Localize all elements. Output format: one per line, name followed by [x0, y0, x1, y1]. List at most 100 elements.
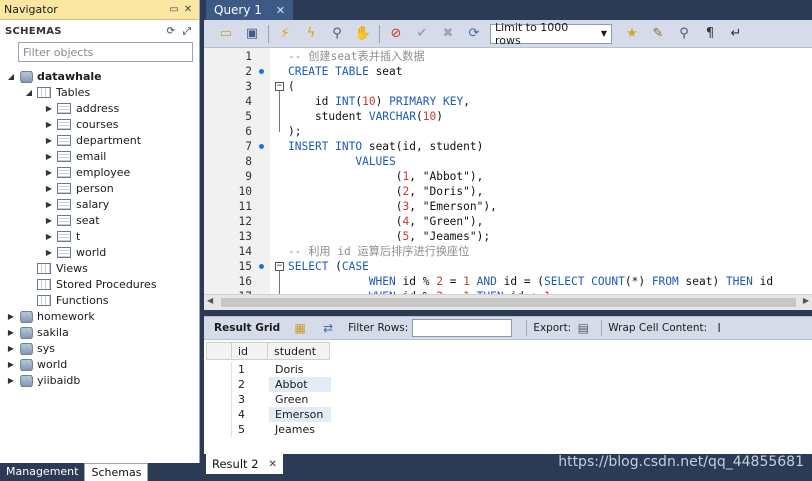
limit-rows-select[interactable]: Limit to 1000 rows ▼	[490, 21, 612, 47]
tree-db-item[interactable]: ▶ world	[0, 356, 199, 372]
chevron-right-icon[interactable]: ▶	[44, 215, 54, 225]
tab-query-1[interactable]: Query 1 ✕	[206, 0, 294, 20]
tree-folder-functions[interactable]: Functions	[0, 292, 199, 308]
tree-table-item[interactable]: ▶ employee	[0, 164, 199, 180]
save-icon[interactable]: ▣	[242, 24, 262, 44]
chevron-right-icon[interactable]: ▶	[6, 327, 16, 337]
explain-icon[interactable]: ⚲	[327, 24, 347, 44]
column-header-id[interactable]: id	[232, 342, 268, 360]
export-icon[interactable]: ▤	[575, 320, 591, 336]
find-icon[interactable]: ⚲	[674, 24, 694, 44]
chevron-right-icon[interactable]: ▶	[44, 167, 54, 177]
table-row[interactable]: 1 Doris	[206, 362, 331, 377]
tree-folder-views[interactable]: Views	[0, 260, 199, 276]
tab-schemas[interactable]: Schemas	[84, 463, 149, 481]
tree-db-item[interactable]: ▶ sakila	[0, 324, 199, 340]
tree-table-item[interactable]: ▶ email	[0, 148, 199, 164]
chevron-right-icon[interactable]: ▶	[6, 311, 16, 321]
beautify-icon[interactable]: ✎	[648, 24, 668, 44]
close-icon[interactable]: ✕	[269, 459, 277, 470]
cell-student[interactable]: Jeames	[269, 422, 331, 437]
tree-table-item[interactable]: ▶ address	[0, 100, 199, 116]
tree-table-item[interactable]: ▶ courses	[0, 116, 199, 132]
window-icon[interactable]: ▭	[167, 3, 181, 17]
stop-icon[interactable]: ✋	[353, 24, 373, 44]
chevron-down-icon[interactable]: ◢	[24, 87, 34, 97]
filter-objects-input[interactable]	[23, 45, 192, 59]
editor-hscrollbar[interactable]: ◀ ▶	[204, 294, 812, 310]
cell-id[interactable]: 3	[232, 392, 269, 407]
filter-objects[interactable]	[18, 42, 193, 62]
tree-db-item[interactable]: ▶ homework	[0, 308, 199, 324]
tree-table-item[interactable]: ▶ seat	[0, 212, 199, 228]
tab-management[interactable]: Management	[0, 463, 84, 481]
tree-db-datawhale[interactable]: ◢ datawhale	[0, 68, 199, 84]
refresh-icon[interactable]: ⇄	[320, 320, 336, 336]
scroll-right-icon[interactable]: ▶	[803, 296, 809, 305]
tab-result-2[interactable]: Result 2 ✕	[206, 454, 283, 474]
cell-id[interactable]: 4	[232, 407, 269, 422]
chevron-right-icon[interactable]: ▶	[6, 343, 16, 353]
cell-student[interactable]: Emerson	[269, 407, 331, 422]
close-icon[interactable]: ✕	[276, 4, 285, 17]
row-selector[interactable]	[206, 362, 232, 377]
chevron-right-icon[interactable]: ▶	[6, 359, 16, 369]
chevron-right-icon[interactable]: ▶	[44, 183, 54, 193]
chevron-right-icon[interactable]: ▶	[44, 119, 54, 129]
open-folder-icon[interactable]: ▭	[216, 24, 236, 44]
table-row[interactable]: 5 Jeames	[206, 422, 331, 437]
collapse-icon[interactable]: ⤢	[180, 24, 194, 38]
tree-db-item[interactable]: ▶ sys	[0, 340, 199, 356]
cell-student[interactable]: Abbot	[269, 377, 331, 392]
cell-student[interactable]: Green	[269, 392, 331, 407]
invisible-chars-icon[interactable]: ¶	[700, 24, 720, 44]
stop-on-error-icon[interactable]: ⊘	[386, 24, 406, 44]
row-selector[interactable]	[206, 422, 232, 437]
chevron-down-icon[interactable]: ▼	[597, 29, 611, 38]
wrap-cell-icon[interactable]: Ⅰ	[711, 320, 727, 336]
tree-table-item[interactable]: ▶ department	[0, 132, 199, 148]
tree-folder-tables[interactable]: ◢ Tables	[0, 84, 199, 100]
row-selector[interactable]	[206, 377, 232, 392]
rollback-icon[interactable]: ✖	[438, 24, 458, 44]
grid-corner[interactable]	[206, 342, 232, 360]
tree-table-item[interactable]: ▶ t	[0, 228, 199, 244]
chevron-right-icon[interactable]: ▶	[44, 151, 54, 161]
cell-id[interactable]: 5	[232, 422, 269, 437]
chevron-right-icon[interactable]: ▶	[6, 375, 16, 385]
star-icon[interactable]: ★	[622, 24, 642, 44]
table-row[interactable]: 4 Emerson	[206, 407, 331, 422]
execute-current-icon[interactable]: ϟ	[301, 24, 321, 44]
wrap-icon[interactable]: ↵	[726, 24, 746, 44]
refresh-icon[interactable]: ⟳	[164, 24, 178, 38]
fold-toggle-icon[interactable]: −	[275, 262, 284, 271]
filter-rows-input[interactable]	[412, 319, 513, 337]
fold-toggle-icon[interactable]: −	[275, 82, 284, 91]
close-icon[interactable]: ✕	[181, 3, 195, 17]
table-row[interactable]: 3 Green	[206, 392, 331, 407]
execute-icon[interactable]: ⚡	[275, 24, 295, 44]
scroll-left-icon[interactable]: ◀	[207, 296, 213, 305]
cell-student[interactable]: Doris	[269, 362, 331, 377]
scroll-thumb[interactable]	[221, 298, 796, 307]
chevron-right-icon[interactable]: ▶	[44, 231, 54, 241]
result-grid-label[interactable]: Result Grid	[214, 322, 280, 334]
commit-icon[interactable]: ✔	[412, 24, 432, 44]
tree-folder-procedures[interactable]: Stored Procedures	[0, 276, 199, 292]
tree-table-item[interactable]: ▶ salary	[0, 196, 199, 212]
row-selector[interactable]	[206, 407, 232, 422]
chevron-right-icon[interactable]: ▶	[44, 247, 54, 257]
chevron-right-icon[interactable]: ▶	[44, 199, 54, 209]
autocommit-icon[interactable]: ⟳	[464, 24, 484, 44]
cell-id[interactable]: 1	[232, 362, 269, 377]
chevron-down-icon[interactable]: ◢	[6, 71, 16, 81]
chevron-right-icon[interactable]: ▶	[44, 135, 54, 145]
column-header-student[interactable]: student	[268, 342, 330, 360]
row-selector[interactable]	[206, 392, 232, 407]
chevron-right-icon[interactable]: ▶	[44, 103, 54, 113]
cell-id[interactable]: 2	[232, 377, 269, 392]
grid-icon[interactable]: ▦	[292, 320, 308, 336]
table-row[interactable]: 2 Abbot	[206, 377, 331, 392]
tree-db-item[interactable]: ▶ yiibaidb	[0, 372, 199, 388]
tree-table-item[interactable]: ▶ person	[0, 180, 199, 196]
